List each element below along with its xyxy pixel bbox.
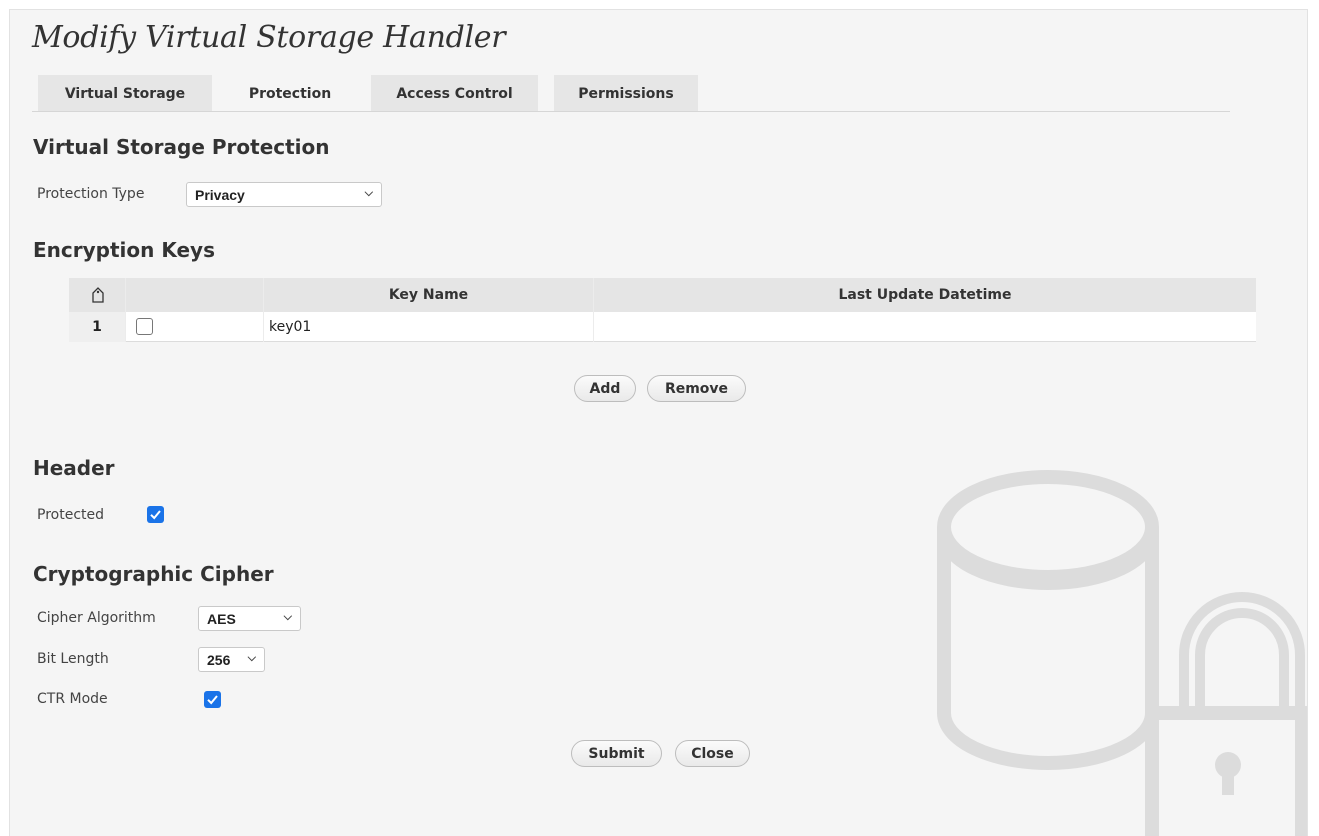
ctr-mode-label: CTR Mode [37,691,108,707]
database-lock-icon [937,470,1307,836]
chevron-down-icon: ⌵ [364,187,373,199]
tab-access-control[interactable]: Access Control [371,75,538,112]
protected-checkbox[interactable] [147,506,164,523]
remove-button[interactable]: Remove [647,375,746,402]
encryption-keys-title: Encryption Keys [33,238,215,262]
ctr-mode-checkbox[interactable] [204,691,221,708]
protection-section-title: Virtual Storage Protection [33,135,330,159]
column-header-last-update[interactable]: Last Update Datetime [594,278,1256,312]
bit-length-select[interactable]: 256 ⌵ [198,647,265,672]
last-update-cell [599,312,1249,342]
tab-underline [32,111,1230,112]
cipher-algorithm-value: AES [207,610,236,627]
bit-length-label: Bit Length [37,651,109,667]
header-section-title: Header [33,456,115,480]
row-select-checkbox[interactable] [136,318,153,335]
protection-type-value: Privacy [195,186,245,203]
tab-permissions[interactable]: Permissions [554,75,698,112]
row-number: 1 [92,319,102,335]
submit-button[interactable]: Submit [571,740,662,767]
sort-tag-icon[interactable] [69,278,125,312]
encryption-keys-table: Key Name Last Update Datetime 1 key01 [69,278,1256,344]
cipher-algorithm-label: Cipher Algorithm [37,610,156,626]
chevron-down-icon: ⌵ [283,611,292,623]
page-title: Modify Virtual Storage Handler [32,20,506,55]
tab-protection[interactable]: Protection [224,75,356,112]
column-divider [125,278,126,342]
protection-type-select[interactable]: Privacy ⌵ [186,182,382,207]
close-button[interactable]: Close [675,740,750,767]
bit-length-value: 256 [207,651,231,668]
dialog-panel: Modify Virtual Storage Handler Virtual S… [9,9,1308,836]
add-button[interactable]: Add [574,375,636,402]
protected-label: Protected [37,507,104,523]
key-name-cell: key01 [269,319,312,335]
column-divider [263,278,264,342]
column-divider [593,278,594,342]
tab-virtual-storage[interactable]: Virtual Storage [38,75,212,112]
cipher-algorithm-select[interactable]: AES ⌵ [198,606,301,631]
chevron-down-icon: ⌵ [247,652,256,664]
column-header-key-name[interactable]: Key Name [264,278,593,312]
protection-type-label: Protection Type [37,186,145,202]
cipher-section-title: Cryptographic Cipher [33,562,274,586]
